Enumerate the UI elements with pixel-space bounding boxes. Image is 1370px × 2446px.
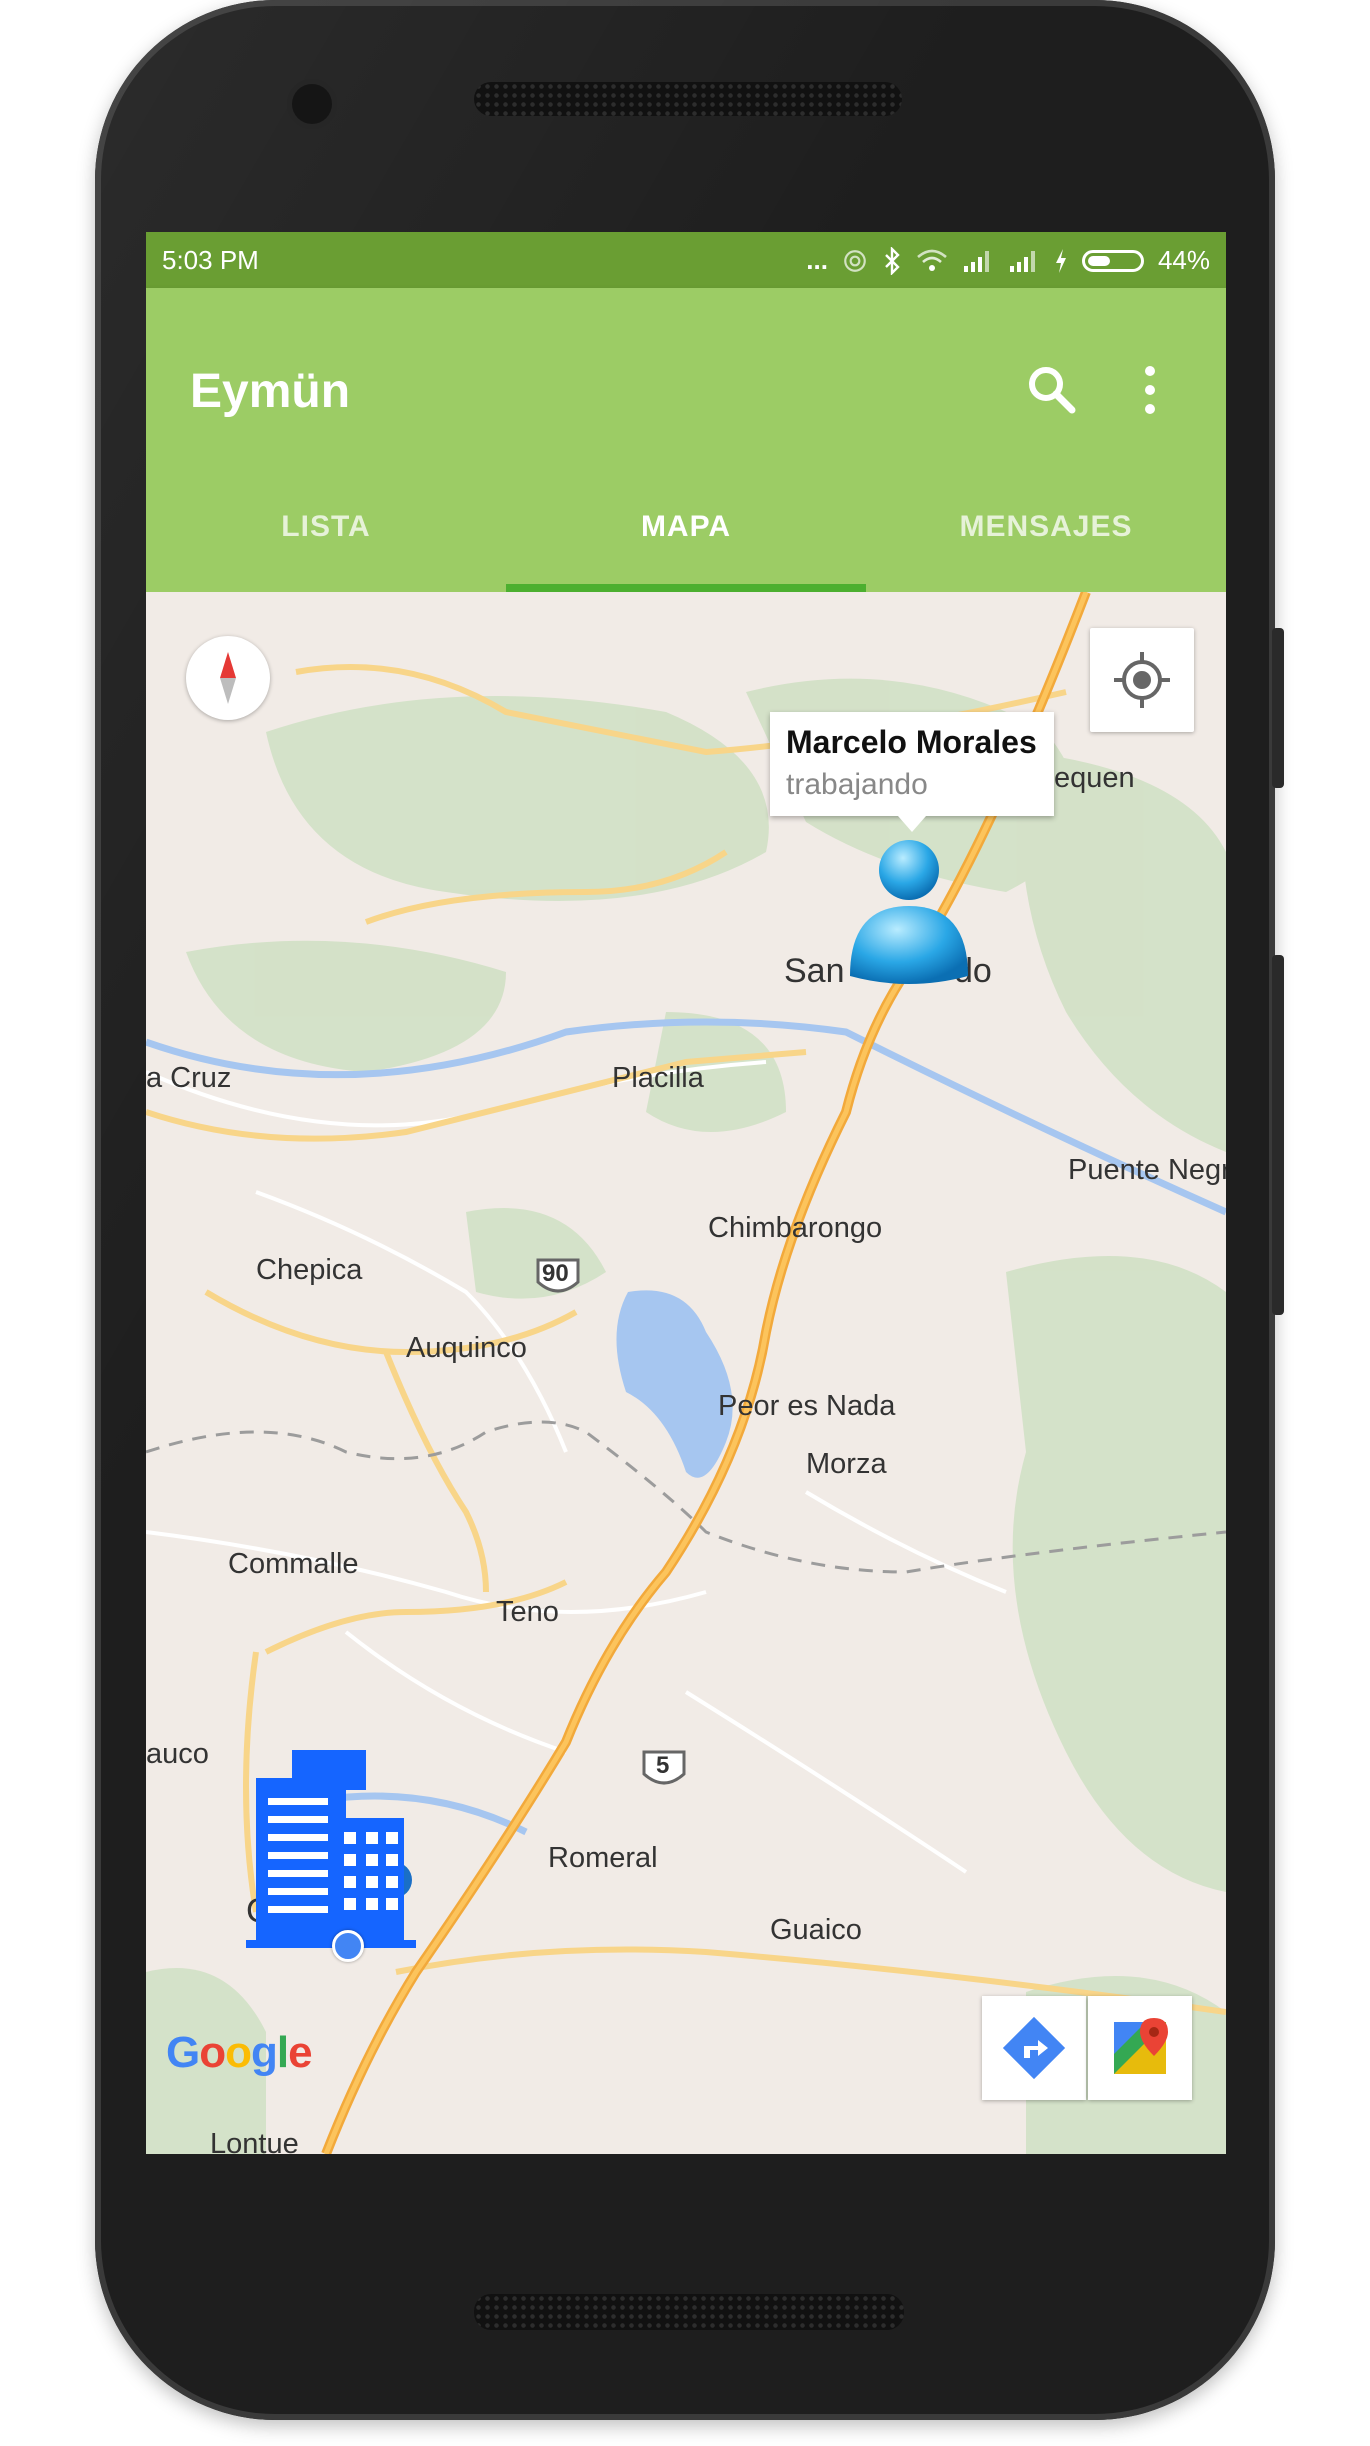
app-title: Eymün (190, 365, 351, 418)
open-in-maps-button[interactable] (1088, 1996, 1192, 2100)
tab-mensajes[interactable]: MENSAJES (866, 510, 1226, 570)
wifi-icon (917, 249, 947, 271)
status-icons: ... 44% (806, 245, 1210, 276)
battery-icon (1081, 249, 1144, 272)
label-morza: Morza (806, 1448, 887, 1480)
front-camera (292, 84, 332, 124)
label-auquinco: Auquinco (406, 1332, 527, 1364)
tab-mapa[interactable]: MAPA (506, 510, 866, 570)
label-puente-negro: Puente Negr (1068, 1154, 1226, 1186)
info-window-name: Marcelo Morales (786, 724, 1037, 760)
label-lontue: Lontue (210, 2128, 299, 2154)
label-rauco: auco (146, 1738, 209, 1770)
map-view[interactable]: 90 5 equen San do a Cruz Placilla Chimba… (146, 592, 1226, 2154)
signal-icon-2 (1009, 250, 1035, 272)
screen: 5:03 PM ... 44% Eymün LISTA MAPA MENSAJE… (146, 232, 1226, 2154)
app-bar: Eymün LISTA MAPA MENSAJES (146, 288, 1226, 592)
earpiece-speaker (474, 82, 902, 116)
compass-button[interactable] (186, 636, 270, 720)
tab-lista[interactable]: LISTA (146, 510, 506, 570)
label-chepica: Chepica (256, 1254, 363, 1286)
status-bar: 5:03 PM ... 44% (146, 232, 1226, 288)
blue-dot (332, 1930, 364, 1962)
charging-icon (1055, 248, 1066, 273)
notification-dots: ... (806, 245, 828, 275)
battery-percent: 44% (1157, 245, 1210, 275)
more-vert-icon[interactable] (1140, 362, 1160, 418)
info-window-tail (898, 816, 926, 832)
my-location-button[interactable] (1090, 628, 1194, 732)
hotspot-icon (844, 249, 866, 272)
status-time: 5:03 PM (162, 245, 259, 275)
bluetooth-icon (885, 246, 900, 275)
marker-info-window[interactable]: Marcelo Morales trabajando (770, 712, 1054, 832)
tab-indicator (506, 584, 866, 592)
label-chimbarongo: Chimbarongo (708, 1212, 883, 1244)
google-logo: Google (166, 2028, 313, 2078)
volume-button (1272, 955, 1284, 1315)
route-shield-5-label: 5 (656, 1752, 670, 1779)
directions-button[interactable] (982, 1996, 1086, 2100)
building-marker-icon[interactable] (246, 1750, 416, 1950)
label-placilla: Placilla (612, 1062, 704, 1094)
directions-icon (1002, 2016, 1066, 2080)
label-commalle: Commalle (228, 1548, 359, 1580)
route-shield-90-label: 90 (542, 1260, 569, 1287)
signal-icon-1 (963, 250, 989, 272)
label-guaico: Guaico (770, 1914, 862, 1946)
label-san: San (784, 952, 845, 990)
search-icon[interactable] (1024, 362, 1080, 418)
info-window-status: trabajando (786, 768, 928, 801)
label-teno: Teno (496, 1596, 559, 1628)
person-marker-icon[interactable] (844, 836, 974, 986)
compass-icon (220, 652, 236, 704)
label-romeral: Romeral (548, 1842, 658, 1874)
label-peor-es-nada: Peor es Nada (718, 1390, 896, 1422)
power-button (1272, 628, 1284, 788)
google-maps-icon (1114, 2018, 1168, 2074)
google-logo-text: Google (166, 2028, 313, 2077)
bottom-speaker (474, 2294, 904, 2330)
my-location-icon (1114, 652, 1170, 708)
label-santa-cruz: a Cruz (146, 1062, 232, 1094)
label-quequen: equen (1054, 762, 1135, 794)
